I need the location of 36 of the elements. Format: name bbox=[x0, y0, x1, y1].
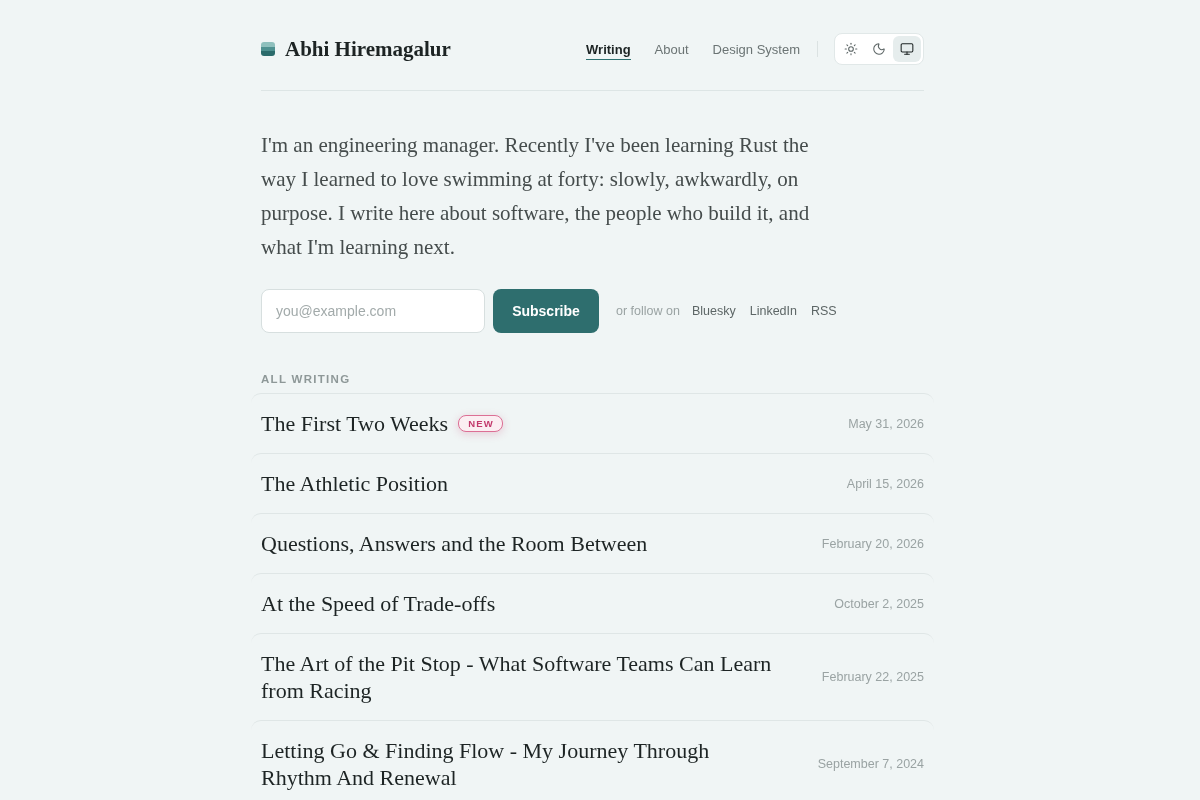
nav-link[interactable]: Writing bbox=[586, 38, 631, 60]
post-row[interactable]: Letting Go & Finding Flow - My Journey Through Rhythm And Renewal September 7, 2024 bbox=[251, 720, 934, 800]
site-name: Abhi Hiremagalur bbox=[285, 36, 451, 63]
monitor-icon bbox=[900, 42, 914, 56]
social-link[interactable]: LinkedIn bbox=[749, 304, 797, 318]
follow-label: or follow on bbox=[616, 304, 680, 318]
logo-icon bbox=[261, 42, 275, 56]
subscribe-button[interactable]: Subscribe bbox=[493, 289, 599, 333]
moon-icon bbox=[872, 42, 886, 56]
post-title: The Athletic Position bbox=[261, 470, 448, 497]
system-theme-button[interactable] bbox=[893, 36, 921, 62]
post-title: Questions, Answers and the Room Between bbox=[261, 530, 648, 557]
post-date: October 2, 2025 bbox=[834, 596, 924, 611]
post-title: The First Two Weeks bbox=[261, 410, 449, 437]
post-date: February 22, 2025 bbox=[821, 670, 924, 684]
new-badge: NEW bbox=[458, 415, 503, 432]
post-row[interactable]: Questions, Answers and the Room Between February 20, 2026 bbox=[251, 513, 934, 573]
nav-link[interactable]: About bbox=[654, 38, 689, 60]
post-date: April 15, 2026 bbox=[846, 476, 924, 491]
social-link[interactable]: Bluesky bbox=[691, 304, 736, 318]
intro-paragraph: I'm an engineering manager. Recently I've been learning Rust the way I learned to love swimming at forty: slowly, awkwardly, on purpose. I write here about software, the people who build it, and what I'm learning next. bbox=[261, 132, 811, 261]
post-title: The Art of the Pit Stop - What Software Teams Can Learn from Racing bbox=[261, 650, 773, 704]
nav-link[interactable]: Design System bbox=[712, 38, 800, 60]
post-row[interactable]: At the Speed of Trade-offs October 2, 2025 bbox=[251, 573, 934, 633]
post-title: At the Speed of Trade-offs bbox=[261, 590, 496, 617]
section-heading: ALL WRITING bbox=[261, 372, 352, 386]
post-date: September 7, 2024 bbox=[817, 757, 924, 771]
post-date: February 20, 2026 bbox=[821, 536, 924, 551]
post-title: Letting Go & Finding Flow - My Journey Through Rhythm And Renewal bbox=[261, 737, 711, 791]
post-row[interactable]: The Art of the Pit Stop - What Software Teams Can Learn from Racing February 22, 2025 bbox=[251, 633, 934, 720]
post-row[interactable]: The First Two Weeks NEW May 31, 2026 bbox=[251, 393, 934, 453]
post-row[interactable]: The Athletic Position April 15, 2026 bbox=[251, 453, 934, 513]
email-input[interactable]: you@example.com bbox=[261, 289, 485, 333]
social-link[interactable]: RSS bbox=[811, 304, 837, 318]
sun-icon bbox=[844, 42, 858, 56]
post-date: May 31, 2026 bbox=[848, 416, 924, 431]
